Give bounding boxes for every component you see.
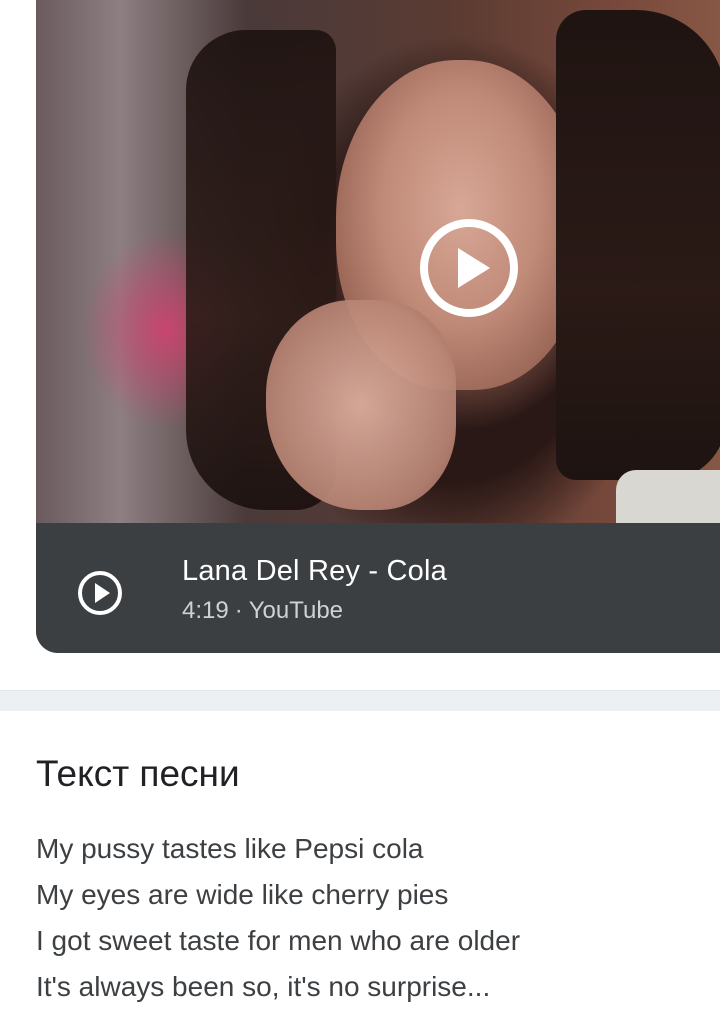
lyrics-line: It's always been so, it's no surprise... [36,971,491,1002]
lyrics-line: My pussy tastes like Pepsi cola [36,833,424,864]
lyrics-heading: Текст песни [36,753,240,794]
play-button[interactable] [76,569,124,617]
play-circle-icon [78,571,122,615]
thumbnail-hand-shape [266,300,456,510]
thumbnail-shirt-shape [616,470,720,523]
search-result-page: Lana Del Rey - Cola 4:19 · YouTube Текст п… [0,0,720,1017]
video-title[interactable]: Lana Del Rey - Cola [182,555,447,588]
video-card[interactable]: Lana Del Rey - Cola 4:19 · YouTube [36,0,720,653]
video-source: YouTube [248,597,344,624]
section-divider [0,690,720,711]
meta-separator: · [234,597,243,624]
video-thumbnail[interactable] [36,0,720,523]
lyrics-line: I got sweet taste for men who are older [36,925,521,956]
video-duration: 4:19 [182,597,229,624]
play-circle-icon [420,219,518,317]
lyrics-list: My pussy tastes like Pepsi cola My eyes … [36,826,520,1010]
video-info-bar[interactable]: Lana Del Rey - Cola 4:19 · YouTube [36,523,720,653]
thumbnail-hair-shape [556,10,720,480]
video-meta: 4:19 · YouTube [182,597,343,625]
play-overlay-button[interactable] [416,215,522,321]
lyrics-line: My eyes are wide like cherry pies [36,879,449,910]
